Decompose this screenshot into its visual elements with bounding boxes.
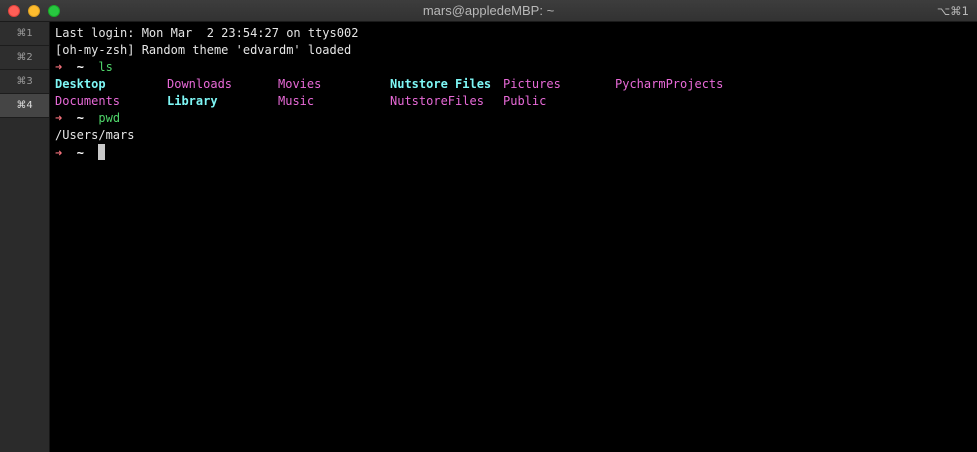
window-shortcut: ⌥⌘1 <box>936 4 969 18</box>
ls-entry: Downloads <box>167 77 233 91</box>
ls-entry: Music <box>278 94 315 108</box>
prompt-line: ➜ ~ pwd <box>55 110 977 127</box>
prompt-dir: ~ <box>76 146 84 160</box>
tab-2[interactable]: ⌘2 <box>0 46 49 70</box>
ls-entry: PycharmProjects <box>615 77 724 91</box>
prompt-arrow-icon: ➜ <box>55 60 63 74</box>
ls-entry: Library <box>167 94 218 108</box>
active-prompt-line[interactable]: ➜ ~ <box>55 144 977 161</box>
prompt-arrow-icon: ➜ <box>55 146 63 160</box>
command-ls: ls <box>98 60 113 74</box>
theme-message-line: [oh-my-zsh] Random theme 'edvardm' loade… <box>55 43 352 57</box>
ls-entry: NutstoreFiles <box>390 94 484 108</box>
prompt-dir: ~ <box>76 111 84 125</box>
tab-4[interactable]: ⌘4 <box>0 94 49 118</box>
window-title: mars@appledeMBP: ~ <box>422 3 555 18</box>
last-login-line: Last login: Mon Mar 2 23:54:27 on ttys00… <box>55 26 359 40</box>
tab-3[interactable]: ⌘3 <box>0 70 49 94</box>
ls-entry: Public <box>503 94 547 108</box>
ls-entry: Pictures <box>503 77 561 91</box>
ls-output-row: Documents Library Music NutstoreFiles Pu… <box>55 93 977 110</box>
text-cursor[interactable] <box>98 144 106 160</box>
command-pwd: pwd <box>98 111 121 125</box>
ls-entry: Desktop <box>55 77 106 91</box>
terminal-output[interactable]: Last login: Mon Mar 2 23:54:27 on ttys00… <box>55 25 977 452</box>
prompt-dir: ~ <box>76 60 84 74</box>
tab-1[interactable]: ⌘1 <box>0 22 49 46</box>
ls-entry: Documents <box>55 94 121 108</box>
tab-sidebar: ⌘1 ⌘2 ⌘3 ⌘4 <box>0 22 50 452</box>
prompt-arrow-icon: ➜ <box>55 111 63 125</box>
ls-entry: Movies <box>278 77 322 91</box>
ls-output-row: Desktop Downloads Movies Nutstore Files … <box>55 76 977 93</box>
ls-entry: Nutstore Files <box>390 77 492 91</box>
prompt-line: ➜ ~ ls <box>55 59 977 76</box>
pwd-output-line: /Users/mars <box>55 128 135 142</box>
title-bar: mars@appledeMBP: ~ ⌥⌘1 <box>0 0 977 22</box>
